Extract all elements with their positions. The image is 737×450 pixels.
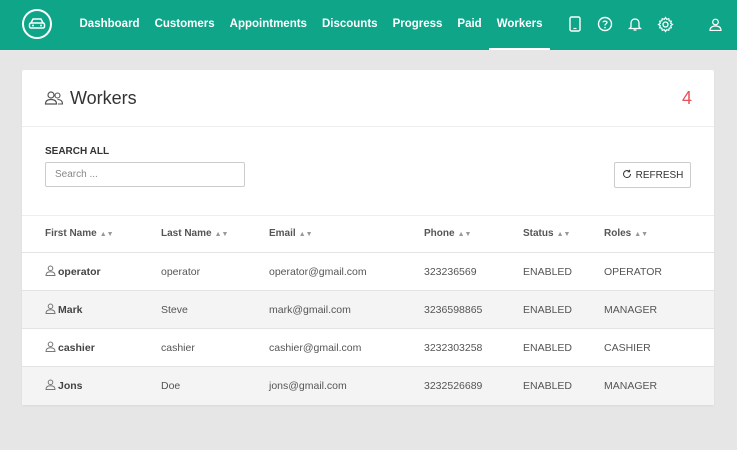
sort-icon: ▲▼ [99,231,114,238]
column-header-first-name[interactable]: First Name ▲▼ [45,228,114,239]
last-name-cell: Steve [161,304,188,316]
sort-icon: ▲▼ [214,231,229,238]
status-cell: ENABLED [523,266,573,278]
column-header-email[interactable]: Email ▲▼ [269,228,313,239]
nav-appointments[interactable]: Appointments [222,0,314,50]
page-title: Workers [70,88,137,108]
sort-icon: ▲▼ [634,231,649,238]
first-name-cell: cashier [58,342,95,354]
first-name-cell: operator [58,266,101,278]
column-header-roles[interactable]: Roles ▲▼ [604,228,648,239]
nav-dashboard[interactable]: Dashboard [72,0,147,50]
main-nav: Dashboard Customers Appointments Discoun… [72,0,550,50]
refresh-label: REFRESH [635,169,684,181]
table-row[interactable]: operator operator operator@gmail.com 323… [22,253,714,291]
status-cell: ENABLED [523,304,573,316]
gear-icon[interactable] [656,15,674,33]
phone-cell: 3236598865 [424,304,483,316]
search-input[interactable] [45,162,245,187]
role-cell: OPERATOR [604,266,662,278]
bell-icon[interactable] [626,15,644,33]
status-cell: ENABLED [523,342,573,354]
role-cell: CASHIER [604,342,651,354]
top-navbar: Dashboard Customers Appointments Discoun… [0,0,737,50]
nav-customers[interactable]: Customers [147,0,222,50]
email-cell: mark@gmail.com [269,304,351,316]
phone-cell: 3232303258 [424,342,483,354]
table-row[interactable]: Jons Doe jons@gmail.com 3232526689 ENABL… [22,367,714,405]
nav-paid[interactable]: Paid [450,0,489,50]
user-icon[interactable] [706,15,724,33]
last-name-cell: Doe [161,380,181,392]
nav-workers[interactable]: Workers [489,0,550,50]
table-row[interactable]: cashier cashier cashier@gmail.com 323230… [22,329,714,367]
table-header: First Name ▲▼ Last Name ▲▼ Email ▲▼ Phone ▲▼… [22,215,714,253]
person-icon [45,303,56,317]
nav-discounts[interactable]: Discounts [314,0,385,50]
table-row[interactable]: Mark Steve mark@gmail.com 3236598865 ENA… [22,291,714,329]
tablet-icon[interactable] [566,15,584,33]
last-name-cell: cashier [161,342,195,354]
workers-card: Workers 4 SEARCH ALL REFRESH First Name▲… [22,70,714,405]
sort-icon: ▲▼ [298,231,313,238]
workers-table: First Name ▲▼ Last Name ▲▼ Email ▲▼ Phone ▲▼… [22,215,714,405]
phone-cell: 323236569 [424,266,477,278]
column-header-phone[interactable]: Phone ▲▼ [424,228,471,239]
column-header-last-name[interactable]: Last Name ▲▼ [161,228,228,239]
car-logo-icon[interactable] [22,9,52,39]
nav-progress[interactable]: Progress [385,0,450,50]
person-icon [45,341,56,355]
first-name-cell: Mark [58,304,83,316]
last-name-cell: operator [161,266,201,278]
refresh-icon [622,169,632,182]
email-cell: jons@gmail.com [269,380,347,392]
status-cell: ENABLED [523,380,573,392]
search-label: SEARCH ALL [45,146,110,157]
email-cell: operator@gmail.com [269,266,367,278]
person-icon [45,379,56,393]
column-header-status[interactable]: Status ▲▼ [523,228,570,239]
workers-count: 4 [681,88,692,108]
sort-icon: ▲▼ [457,231,472,238]
sort-icon: ▲▼ [556,231,571,238]
phone-cell: 3232526689 [424,380,483,392]
role-cell: MANAGER [604,304,658,316]
first-name-cell: Jons [58,380,83,392]
role-cell: MANAGER [604,380,658,392]
help-icon[interactable] [596,15,614,33]
email-cell: cashier@gmail.com [269,342,362,354]
users-icon [44,90,64,111]
person-icon [45,265,56,279]
refresh-button[interactable]: REFRESH [614,162,691,188]
card-header: Workers 4 [22,70,714,127]
